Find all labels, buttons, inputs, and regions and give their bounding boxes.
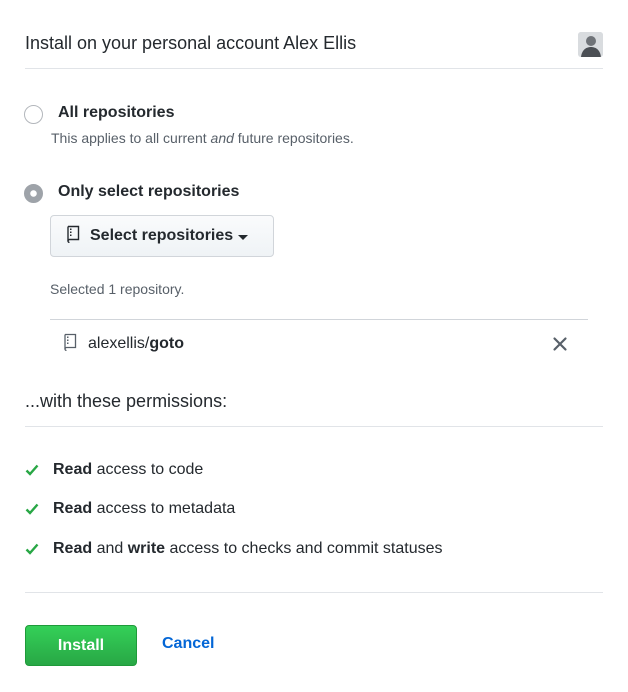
all-repositories-label: All repositories — [58, 104, 175, 121]
caret-down-icon — [238, 234, 249, 240]
selected-count: Selected 1 repository. — [50, 281, 185, 297]
permissions-heading: ...with these permissions: — [25, 391, 603, 427]
install-button[interactable]: Install — [25, 625, 137, 666]
repo-icon — [65, 225, 81, 248]
check-icon — [25, 542, 39, 560]
install-page: Install on your personal account Alex El… — [0, 0, 628, 692]
only-select-repositories-label: Only select repositories — [58, 183, 240, 200]
repo-full-name: alexellis/goto — [88, 335, 185, 352]
install-title: Install on your personal account Alex El… — [25, 33, 357, 53]
repo-icon — [62, 333, 78, 356]
footer-divider — [25, 592, 603, 593]
cancel-link[interactable]: Cancel — [162, 635, 214, 653]
remove-repo-button[interactable] — [552, 336, 568, 352]
all-repositories-description: This applies to all current and future r… — [51, 130, 354, 146]
close-icon — [552, 337, 568, 356]
avatar — [578, 32, 603, 57]
check-icon — [25, 463, 39, 481]
only-select-repositories-radio[interactable] — [24, 184, 43, 203]
all-repositories-radio[interactable] — [24, 105, 43, 124]
select-repositories-label: Select repositories — [90, 227, 234, 244]
install-header: Install on your personal account Alex El… — [25, 0, 603, 69]
selected-repo-row: alexellis/goto — [50, 319, 588, 367]
check-icon — [25, 502, 39, 520]
select-repositories-button[interactable]: Select repositories — [50, 215, 274, 257]
